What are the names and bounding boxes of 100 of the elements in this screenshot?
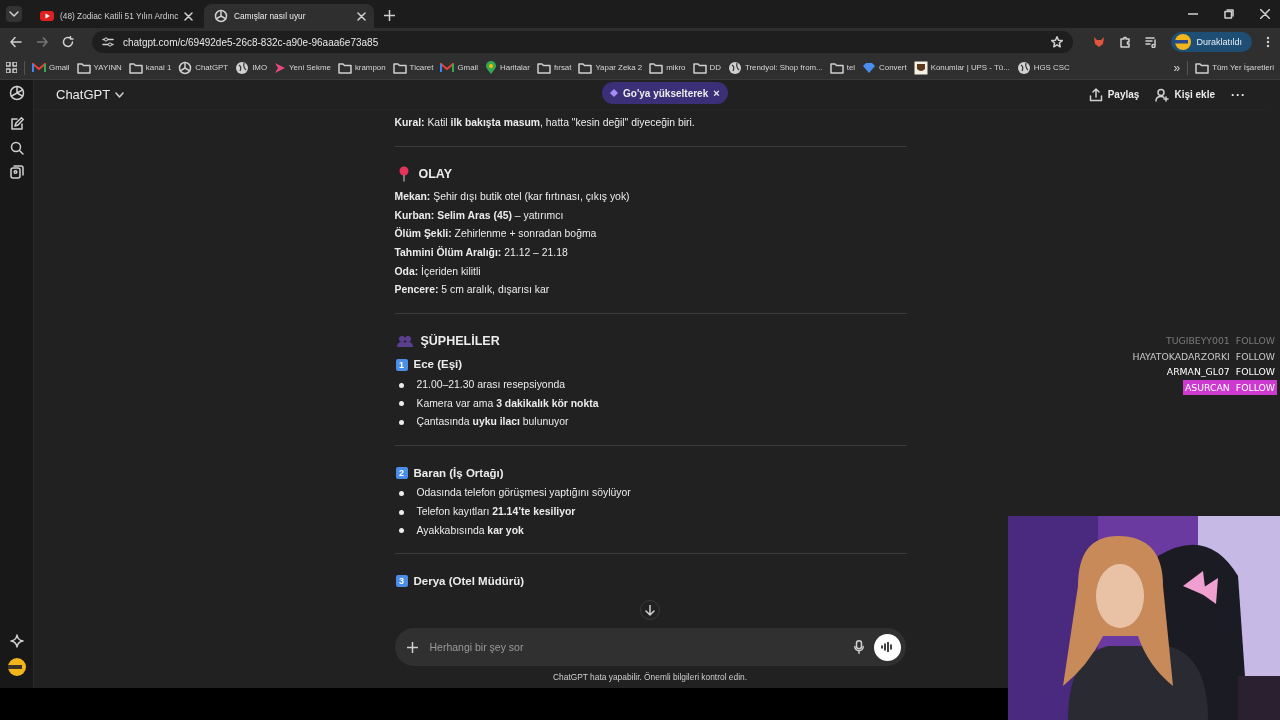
reload-icon[interactable] [62, 36, 74, 48]
list-item-text: Telefon kayıtları 21.14’te kesiliyor [416, 504, 576, 519]
close-icon[interactable] [184, 11, 194, 21]
folder-icon [337, 61, 352, 74]
list-item-text: Odasında telefon görüşmesi yaptığını söylüyor [416, 486, 631, 501]
caret-icon [9, 11, 19, 17]
folder-icon [692, 61, 707, 74]
model-selector[interactable]: ChatGPT [56, 87, 125, 102]
bullet-icon [398, 509, 404, 515]
text-line: Pencere: 5 cm aralık, dışarısı kar [394, 283, 551, 298]
alert-username: ARMAN_GL07 [1166, 366, 1230, 378]
tab-list-button[interactable] [6, 6, 22, 22]
mail-icon [32, 62, 46, 73]
people-icon [396, 335, 413, 348]
browser-tab[interactable]: (48) Zodiac Katili 51 Yılın Ardınc [30, 4, 200, 28]
profile-button[interactable]: Duraklatıldı [1171, 32, 1252, 52]
plus-icon [406, 641, 418, 653]
close-icon[interactable] [1260, 9, 1270, 19]
alert-username: TUGIBEYY001 [1166, 335, 1230, 347]
new-tab-icon[interactable] [384, 10, 395, 21]
text-line: Kural: Katil ilk bakışta masum, hatta "kesin değil" diyeceğin biri. [394, 116, 696, 130]
upgrade-banner[interactable]: Go'ya yükselterek × [602, 82, 728, 104]
folder-icon [392, 61, 407, 74]
globe-icon [1016, 60, 1031, 75]
subsection-heading: Ece (Eşi) [413, 357, 463, 373]
menu-icon[interactable] [1266, 36, 1270, 48]
puzzle-icon[interactable] [1119, 36, 1132, 48]
subsection-heading: Baran (İş Ortağı) [413, 465, 504, 481]
logo-icon [178, 60, 193, 75]
folder-icon [649, 61, 664, 74]
bullet-icon [398, 382, 404, 388]
media-icon[interactable] [1145, 36, 1158, 48]
folder-icon [128, 61, 143, 74]
close-icon[interactable] [357, 11, 366, 21]
gem-icon [862, 61, 877, 74]
alert-username: ASURCAN [1184, 381, 1230, 393]
folder-icon [1195, 61, 1210, 74]
logo-icon[interactable] [8, 85, 25, 101]
address-bar[interactable]: chatgpt.com/c/69492de5-26c8-832c-a90e-96aaa6e73a85 [92, 31, 1074, 53]
play-icon [274, 61, 287, 74]
add-button[interactable] [406, 641, 418, 653]
bullet-icon [398, 401, 404, 407]
number-badge: 2 [395, 467, 408, 479]
bullet-icon [398, 528, 404, 534]
list-item-text: Ayakkabısında kar yok [416, 523, 524, 538]
more-button[interactable]: ··· [1231, 87, 1246, 102]
message-field[interactable]: Herhangi bir şey sor [394, 628, 906, 666]
number-badge: 3 [395, 575, 408, 588]
text-line: Oda: İçeriden kilitli [394, 264, 482, 279]
close-button[interactable]: × [713, 87, 720, 99]
forward-icon[interactable] [36, 36, 48, 48]
globe-icon [235, 60, 250, 75]
section-heading: OLAY [418, 165, 453, 183]
sparkle-icon[interactable] [9, 634, 24, 648]
alert-action: FOLLOW [1235, 350, 1275, 362]
map-pin-icon [485, 60, 498, 75]
globe-icon [727, 60, 742, 75]
list-item-text: 21.00–21.30 arası resepsiyonda [416, 377, 565, 392]
folder-icon [829, 61, 844, 74]
diamond-icon [610, 89, 618, 97]
folder-icon [76, 61, 91, 74]
bullet-icon [398, 419, 404, 425]
site-settings-icon [102, 36, 114, 48]
section-heading: ŞÜPHELİLER [420, 332, 500, 350]
folder-icon [578, 61, 593, 74]
arrow-down-icon [645, 604, 655, 616]
text-line: Mekan: Şehir dışı butik otel (kar fırtınası, çıkış yok) [394, 190, 631, 205]
avatar-icon[interactable] [7, 658, 26, 676]
avatar-icon [1175, 34, 1192, 50]
alert-action: FOLLOW [1235, 335, 1275, 347]
alert-action: FOLLOW [1235, 366, 1275, 378]
back-icon[interactable] [10, 36, 22, 48]
mic-button[interactable] [853, 640, 864, 654]
logo-icon [214, 9, 228, 23]
input-field[interactable]: Herhangi bir şey sor [427, 640, 844, 654]
bullet-icon [398, 491, 404, 497]
apps-icon[interactable] [6, 62, 17, 73]
folder-icon [536, 61, 551, 74]
text-line: Tahmini Ölüm Aralığı: 21.12 – 21.18 [394, 245, 569, 260]
alert-action: FOLLOW [1235, 381, 1275, 393]
scroll-down-button[interactable] [640, 600, 660, 620]
list-item-text: Kamera var ama 3 dakikalık kör nokta [416, 396, 599, 411]
alert-username: HAYATOKADARZORKI [1132, 350, 1230, 362]
voice-button[interactable] [873, 633, 901, 661]
shield-icon [913, 60, 928, 75]
star-icon[interactable] [1051, 36, 1064, 48]
library-icon[interactable] [9, 165, 24, 179]
add-person-icon [1155, 87, 1170, 102]
chevron-icon [115, 91, 125, 98]
new-chat-icon[interactable] [9, 117, 24, 131]
header-button[interactable]: Paylaş [1088, 87, 1140, 102]
video-icon [40, 11, 54, 21]
header-button[interactable]: Kişi ekle [1155, 87, 1215, 102]
more-bookmarks-button[interactable]: » [1173, 60, 1181, 75]
browser-tab[interactable]: Camışlar nasıl uyur [204, 4, 374, 28]
subsection-heading: Derya (Otel Müdürü) [413, 574, 525, 590]
restore-icon[interactable] [1224, 9, 1234, 19]
number-badge: 1 [395, 358, 408, 371]
fox-icon[interactable] [1093, 36, 1106, 48]
search-icon[interactable] [9, 141, 24, 155]
